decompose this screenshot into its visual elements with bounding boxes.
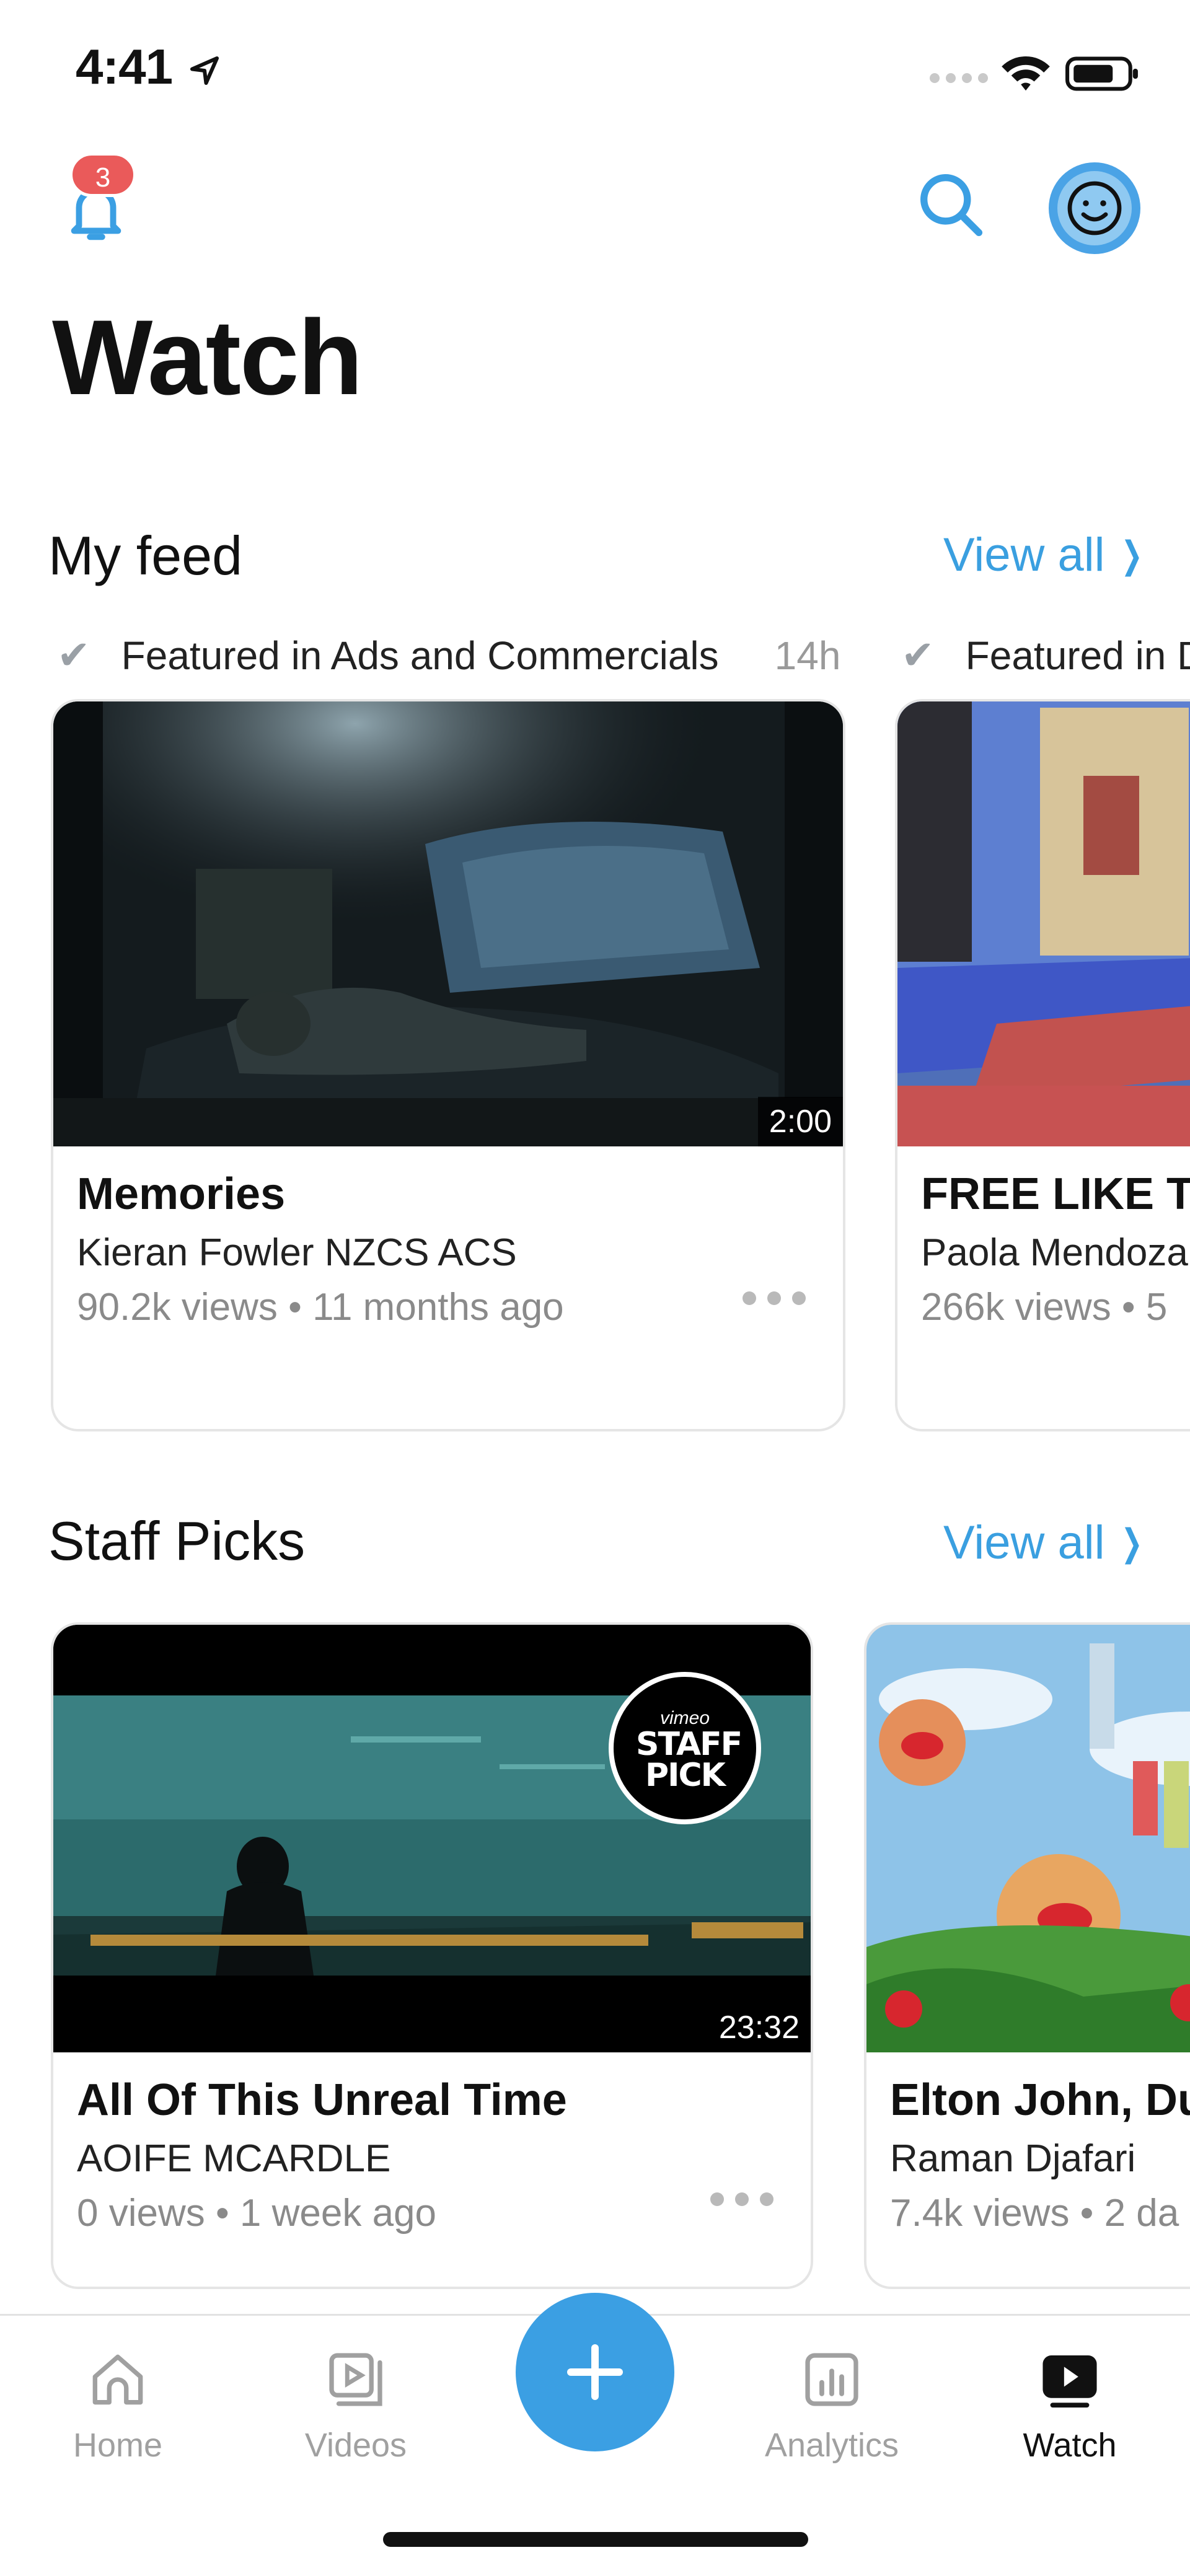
chevron-right-icon: ❯	[1121, 1521, 1143, 1563]
home-icon	[92, 2354, 143, 2405]
video-thumbnail[interactable]	[866, 1625, 1190, 2052]
checkmark-icon: ✔	[901, 633, 935, 677]
my-feed-title: My feed	[48, 525, 243, 586]
tab-label: Videos	[304, 2427, 407, 2464]
tab-label: Watch	[1023, 2427, 1117, 2464]
notification-count-badge: 3	[69, 152, 136, 197]
profile-avatar-button[interactable]	[1049, 162, 1140, 254]
feed-context-1: ✔ Featured in Ads and Commercials 14h	[57, 632, 840, 679]
video-meta: 90.2k views • 11 months ago	[77, 1286, 564, 1329]
video-thumbnail[interactable]	[897, 701, 1190, 1146]
video-meta: 266k views • 5	[921, 1286, 1168, 1329]
feed-context-2: ✔ Featured in D	[901, 632, 1190, 679]
cellular-signal-icon	[930, 73, 988, 83]
staff-picks-view-all-link[interactable]: View all ❯	[943, 1516, 1147, 1570]
feed-context-time: 14h	[774, 633, 841, 678]
smiley-face-icon	[1067, 181, 1122, 235]
staff-pick-badge-text: STAFF PICK	[636, 1726, 743, 1794]
video-title: Memories	[77, 1169, 286, 1219]
video-meta: 0 views • 1 week ago	[77, 2192, 437, 2235]
watch-screen: 4:41 3 Watch My feed View all ❯ ✔ Featur…	[0, 0, 1190, 2576]
staff-picks-title: Staff Picks	[48, 1510, 306, 1572]
tab-home[interactable]: Home	[37, 2345, 198, 2464]
chevron-right-icon: ❯	[1121, 534, 1143, 576]
video-title: FREE LIKE TI	[921, 1169, 1190, 1219]
video-title: All Of This Unreal Time	[77, 2075, 567, 2125]
video-author[interactable]: Paola Mendoza	[921, 1231, 1188, 1275]
videos-icon	[329, 2353, 382, 2406]
more-options-icon[interactable]	[710, 2185, 778, 2210]
video-thumbnail[interactable]: vimeo STAFF PICK 23:32	[53, 1625, 811, 2052]
page-title: Watch	[52, 298, 363, 417]
analytics-icon	[805, 2353, 858, 2406]
search-icon[interactable]	[910, 164, 992, 245]
watch-icon	[1042, 2355, 1097, 2408]
video-duration: 2:00	[757, 1097, 843, 1146]
video-author[interactable]: Kieran Fowler NZCS ACS	[77, 1231, 517, 1275]
view-all-label: View all	[943, 1516, 1105, 1569]
view-all-label: View all	[943, 529, 1105, 581]
tab-analytics[interactable]: Analytics	[751, 2345, 912, 2464]
status-time: 4:41	[76, 39, 173, 94]
feed-context-label: Featured in Ads and Commercials	[121, 633, 719, 678]
tab-videos[interactable]: Videos	[275, 2345, 436, 2464]
tab-label: Analytics	[764, 2427, 899, 2464]
location-arrow-icon	[190, 56, 219, 85]
video-card-elton-john[interactable]: Elton John, Du Raman Djafari 7.4k views …	[864, 1622, 1190, 2289]
video-author[interactable]: AOIFE MCARDLE	[77, 2137, 390, 2181]
staff-pick-badge: vimeo STAFF PICK	[609, 1672, 761, 1824]
wifi-icon	[1002, 56, 1050, 91]
video-card-free-like[interactable]: FREE LIKE TI Paola Mendoza 266k views • …	[895, 699, 1190, 1431]
video-meta: 7.4k views • 2 da	[890, 2192, 1179, 2235]
my-feed-view-all-link[interactable]: View all ❯	[943, 528, 1147, 582]
checkmark-icon: ✔	[57, 633, 90, 677]
video-card-memories[interactable]: 2:00 Memories Kieran Fowler NZCS ACS 90.…	[51, 699, 845, 1431]
create-upload-button[interactable]	[516, 2293, 674, 2451]
home-indicator	[383, 2532, 808, 2547]
video-duration: 23:32	[707, 2003, 811, 2052]
video-author[interactable]: Raman Djafari	[890, 2137, 1135, 2181]
video-card-all-of-this-unreal-time[interactable]: vimeo STAFF PICK 23:32 All Of This Unrea…	[51, 1622, 813, 2289]
tab-label: Home	[73, 2427, 163, 2464]
feed-context-label: Featured in D	[965, 633, 1190, 678]
video-title: Elton John, Du	[890, 2075, 1190, 2125]
video-thumbnail[interactable]: 2:00	[53, 701, 843, 1146]
more-options-icon[interactable]	[743, 1284, 811, 1309]
battery-icon	[1065, 56, 1138, 91]
tab-watch[interactable]: Watch	[989, 2345, 1150, 2464]
